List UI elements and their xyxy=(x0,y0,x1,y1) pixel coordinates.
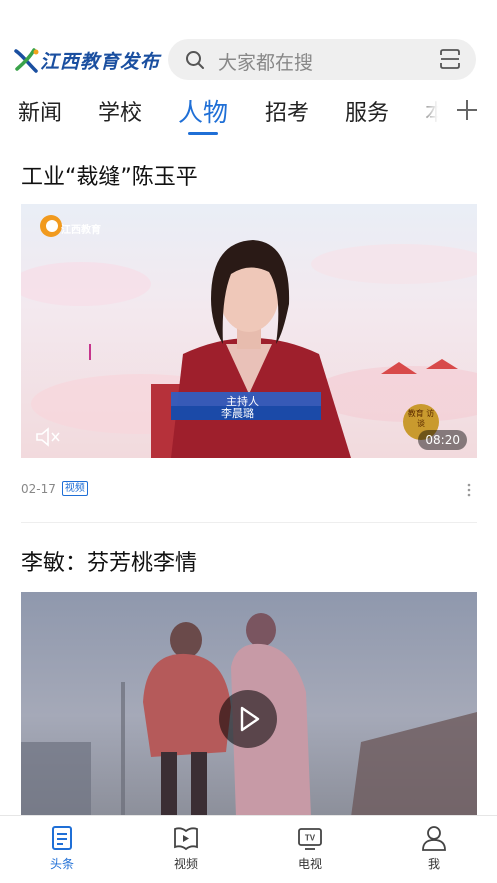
article-divider xyxy=(21,522,477,523)
logo-text: 江西教育发布 xyxy=(40,50,161,73)
channel-tabs: 新闻 学校 人物 招考 服务 本 xyxy=(0,90,497,136)
logo-mark-icon xyxy=(14,48,39,73)
profile-icon xyxy=(422,826,446,851)
article-title[interactable]: 工业“裁缝”陈玉平 xyxy=(21,159,198,191)
nav-headlines[interactable]: 头条 xyxy=(32,824,92,872)
nav-label: 头条 xyxy=(49,857,74,871)
mute-icon[interactable] xyxy=(35,426,61,448)
headlines-icon xyxy=(52,826,72,850)
video-thumbnail[interactable] xyxy=(21,592,477,817)
video-duration: 08:20 xyxy=(418,430,467,450)
channel-logo-text: 江西教育 xyxy=(61,225,101,236)
article-date: 02-17 xyxy=(21,481,56,496)
scan-icon[interactable] xyxy=(439,48,461,70)
tab-news[interactable]: 新闻 xyxy=(18,95,62,127)
search-placeholder: 大家都在搜 xyxy=(218,52,314,74)
search-icon xyxy=(186,51,204,69)
more-options-icon[interactable] xyxy=(466,482,472,498)
svg-text:TV: TV xyxy=(305,834,316,843)
app-header: 江西教育发布 大家都在搜 xyxy=(0,0,497,88)
nav-video[interactable]: 视频 xyxy=(156,824,216,872)
nav-label: 视频 xyxy=(173,857,198,871)
nav-profile[interactable]: 我 xyxy=(404,824,464,872)
nav-label: 电视 xyxy=(297,857,322,871)
video-book-icon xyxy=(174,827,198,851)
tab-people[interactable]: 人物 xyxy=(178,93,228,129)
corner-stamp: 教育 访谈 xyxy=(407,409,435,428)
play-button[interactable] xyxy=(219,690,277,748)
video-thumbnail[interactable]: 江西教育 主持人 李晨璐 教育 访谈 08:20 xyxy=(21,204,477,458)
bottom-navigation: 头条 视频 TV 电视 我 xyxy=(0,815,497,883)
article-title[interactable]: 李敏：芬芳桃李情 xyxy=(21,545,197,577)
tab-schools[interactable]: 学校 xyxy=(98,95,142,127)
tv-icon: TV xyxy=(298,828,322,850)
lower-third-name: 李晨璐 xyxy=(221,407,254,420)
search-bar[interactable]: 大家都在搜 xyxy=(168,39,476,80)
tab-services[interactable]: 服务 xyxy=(345,95,389,127)
tab-admissions[interactable]: 招考 xyxy=(265,95,309,127)
active-tab-indicator xyxy=(188,132,218,135)
play-icon xyxy=(240,706,260,732)
nav-tv[interactable]: TV 电视 xyxy=(280,824,340,872)
tabs-fade xyxy=(410,90,450,136)
nav-label: 我 xyxy=(427,857,440,871)
video-badge: 视频 xyxy=(61,481,88,496)
add-channel-icon[interactable] xyxy=(455,98,479,122)
app-logo[interactable]: 江西教育发布 xyxy=(12,44,160,76)
article-meta: 02-17 视频 xyxy=(21,481,88,496)
